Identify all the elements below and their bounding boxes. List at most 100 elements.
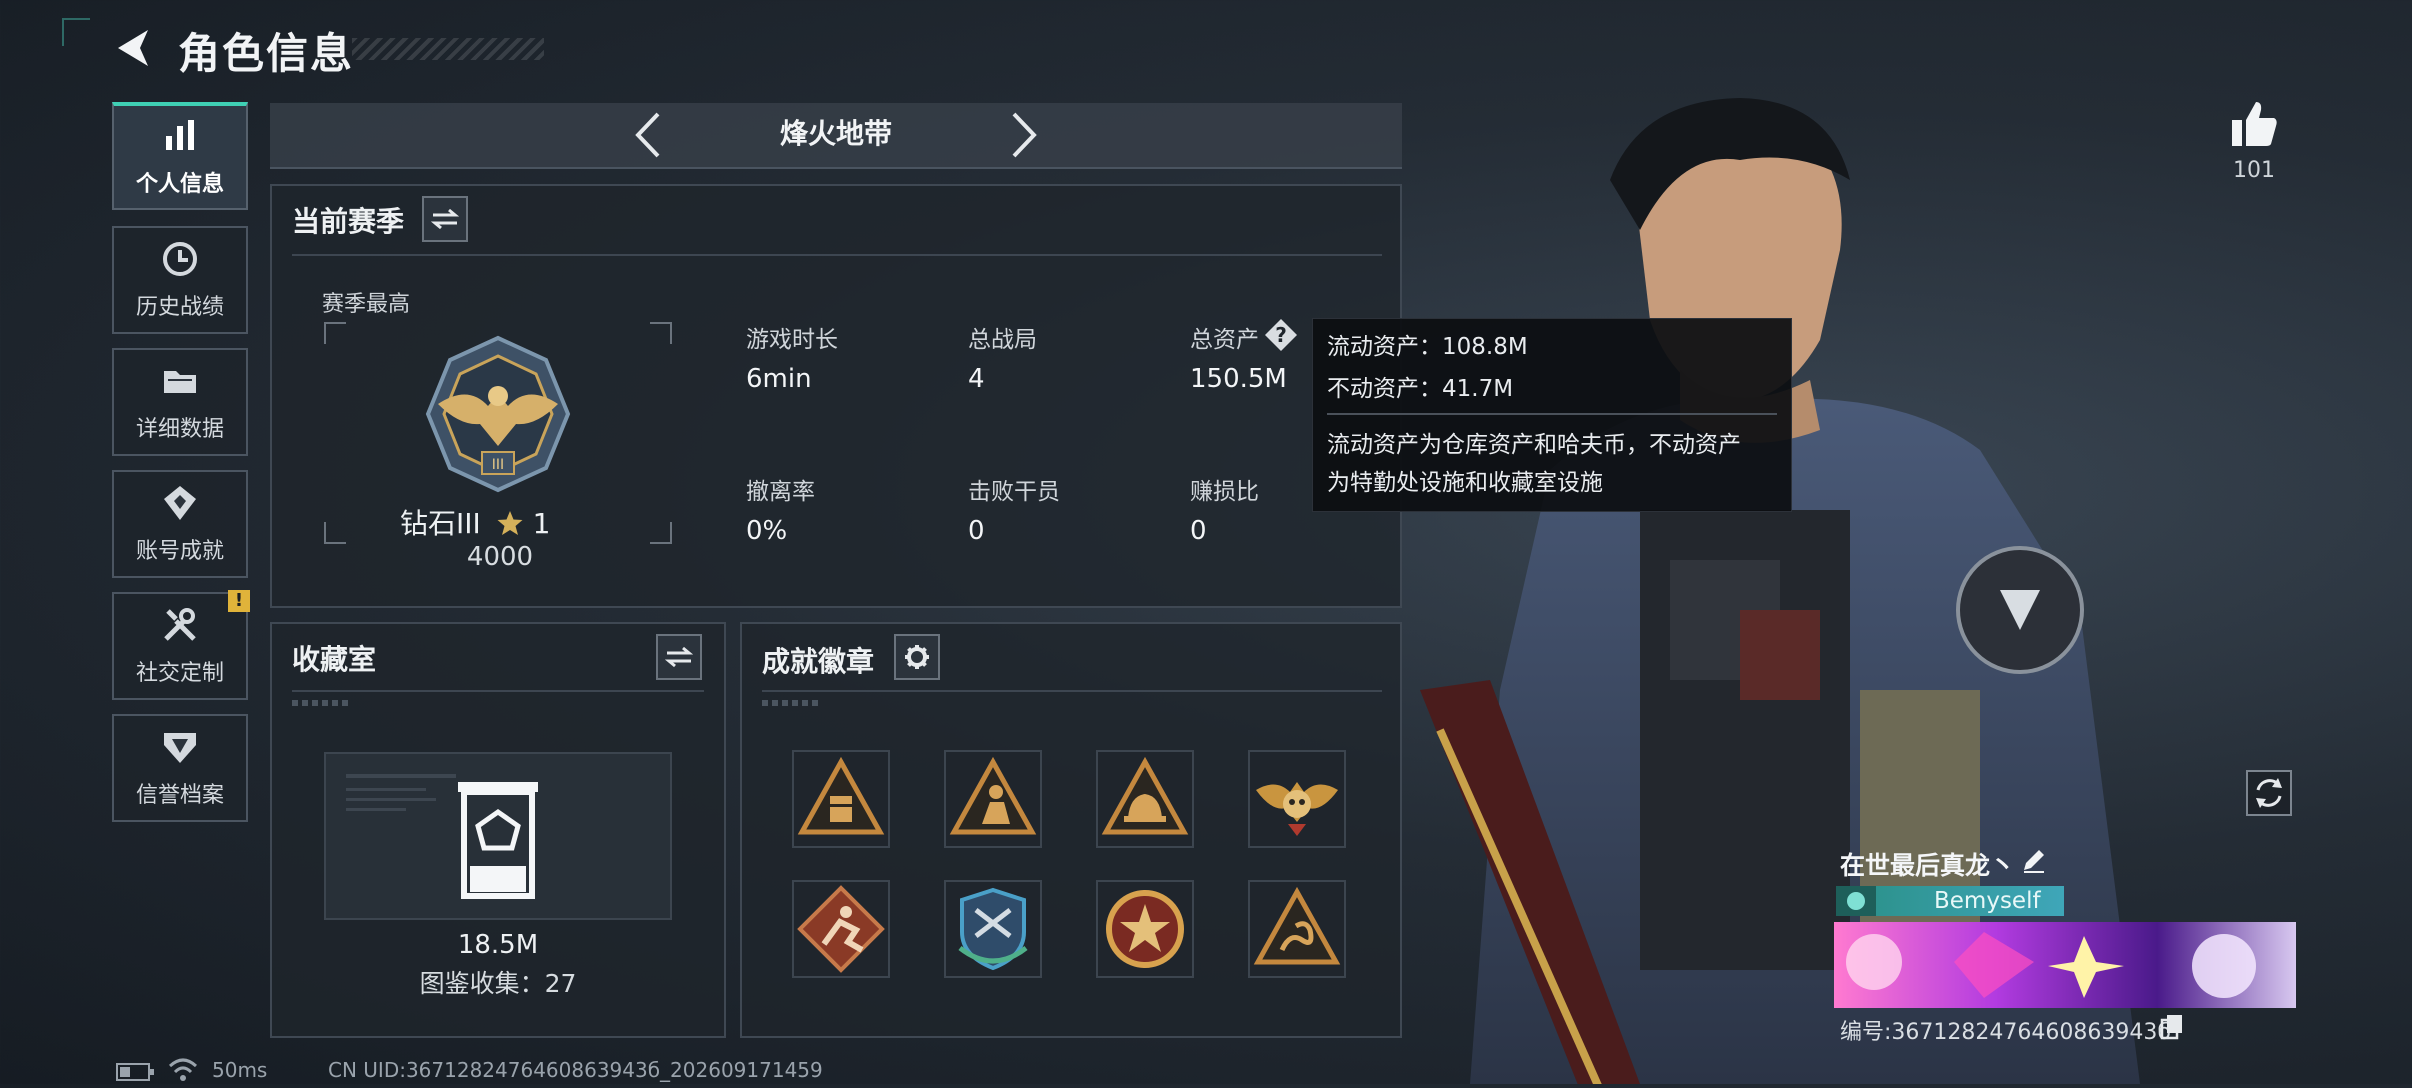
sidebar-item-details[interactable]: 详细数据	[112, 348, 248, 456]
svg-text:III: III	[492, 457, 504, 473]
player-tag: Bemyself	[1934, 888, 2041, 914]
tools-icon	[164, 608, 196, 641]
title-decoration	[352, 38, 544, 60]
rank-score: 4000	[466, 542, 534, 572]
collection-title: 收藏室	[292, 643, 377, 676]
stat-label: 总战局	[968, 327, 1037, 353]
account-uid: CN UID:3671282476460863943б_202609171459	[328, 1058, 823, 1082]
stat-label: 总资产	[1190, 327, 1259, 353]
mode-title: 烽火地带	[779, 117, 892, 150]
swap-icon	[665, 646, 693, 668]
sidebar-item-label: 详细数据	[135, 417, 224, 442]
tooltip-description-line: 为特勤处设施和收藏室设施	[1327, 470, 1603, 496]
sidebar-item-label: 信誉档案	[135, 783, 224, 808]
achievement-badge[interactable]	[1096, 880, 1194, 978]
stat-label: 击败干员	[968, 479, 1060, 505]
page-title: 角色信息	[178, 29, 355, 78]
achievements-settings-button[interactable]	[894, 634, 940, 680]
collection-count: 图鉴收集：27	[419, 969, 577, 998]
player-banner-image[interactable]	[1834, 922, 2296, 1008]
tooltip-liquid-assets: 流动资产：108.8M	[1327, 334, 1528, 360]
player-name: 在世最后真龙丶	[1840, 851, 2016, 880]
collection-switch-button[interactable]	[656, 634, 702, 680]
rank-stars: 1	[532, 507, 551, 540]
rank-name: 钻石III 1	[400, 502, 550, 542]
assets-tooltip: 流动资产：108.8M 不动资产：41.7M 流动资产为仓库资产和哈夫币，不动资…	[1312, 318, 1792, 512]
eagle-skull-badge-icon	[1256, 782, 1338, 836]
sidebar-item-achievements[interactable]: 账号成就	[112, 470, 248, 578]
achievement-badge[interactable]	[792, 880, 890, 978]
panel-divider	[762, 690, 1382, 692]
triangle-snake-badge-icon	[1253, 886, 1341, 965]
copy-icon[interactable]	[2160, 1014, 2184, 1040]
panel-dash	[762, 700, 822, 706]
triangle-crate-badge-icon	[797, 756, 885, 835]
tooltip-description-line: 流动资产为仓库资产和哈夫币，不动资产	[1327, 432, 1741, 458]
back-arrow-icon[interactable]	[112, 26, 156, 70]
stat-value: 0	[968, 516, 985, 546]
achievements-title: 成就徽章	[762, 645, 875, 678]
diamond-runner-badge-icon	[797, 885, 885, 973]
star-medal-badge-icon	[1106, 890, 1184, 968]
season-switch-button[interactable]	[422, 196, 468, 242]
panel-divider	[292, 690, 704, 692]
sidebar-item-label: 账号成就	[135, 539, 224, 564]
svg-text:?: ?	[1275, 323, 1287, 347]
achievement-badge[interactable]	[792, 750, 890, 848]
bar-chart-icon	[166, 120, 194, 150]
rank-tier: 钻石III	[400, 507, 481, 540]
reputation-icon	[164, 733, 196, 763]
achievement-badge[interactable]	[944, 750, 1042, 848]
rank-emblem-icon: III	[418, 334, 578, 494]
clock-icon	[163, 242, 197, 276]
achievement-badge[interactable]	[1096, 750, 1194, 848]
stat-value: 150.5M	[1190, 364, 1287, 394]
edit-pencil-icon[interactable]	[2020, 846, 2048, 874]
sidebar-item-label: 历史战绩	[135, 295, 224, 320]
tooltip-fixed-assets: 不动资产：41.7M	[1327, 376, 1514, 402]
collection-value: 18.5M	[457, 930, 539, 960]
folder-icon	[164, 371, 196, 393]
shield-wings-badge-icon	[958, 887, 1028, 971]
panel-dash	[292, 700, 352, 706]
achievement-icon	[164, 486, 196, 520]
star-icon	[497, 511, 523, 535]
stat-value: 0%	[746, 516, 788, 546]
sidebar-item-history[interactable]: 历史战绩	[112, 226, 248, 334]
panel-divider	[292, 254, 1382, 256]
refresh-icon	[2256, 778, 2282, 808]
season-title: 当前赛季	[292, 205, 405, 238]
stat-label: 游戏时长	[746, 327, 838, 353]
stat-label: 撤离率	[746, 479, 815, 505]
thumbs-up-icon[interactable]	[2228, 98, 2280, 150]
corner-decoration	[62, 18, 90, 46]
notification-badge: !	[228, 590, 250, 612]
player-id: 编号:3671282476460863943б	[1840, 1020, 2171, 1045]
sidebar-item-profile[interactable]: 个人信息	[112, 102, 248, 210]
like-count: 101	[2233, 158, 2275, 183]
stat-value: 0	[1190, 516, 1207, 546]
help-icon[interactable]: ?	[1264, 318, 1298, 352]
next-mode-arrow-icon[interactable]	[1004, 110, 1044, 160]
refresh-button[interactable]	[2246, 770, 2292, 816]
tag-emblem-icon	[1836, 886, 1876, 916]
wifi-icon	[168, 1056, 198, 1084]
stat-label: 赚损比	[1190, 479, 1259, 505]
triangle-soldier-badge-icon	[949, 756, 1037, 835]
gear-icon	[905, 645, 929, 669]
achievement-badge[interactable]	[944, 880, 1042, 978]
sidebar-item-reputation[interactable]: 信誉档案	[112, 714, 248, 822]
previous-mode-arrow-icon[interactable]	[628, 110, 668, 160]
network-ping: 50ms	[212, 1058, 268, 1082]
sidebar-item-label: 社交定制	[135, 661, 224, 686]
achievement-badge[interactable]	[1248, 880, 1346, 978]
battery-icon	[116, 1062, 156, 1082]
stat-value: 4	[968, 364, 985, 394]
season-best-label: 赛季最高	[322, 292, 411, 317]
sidebar-item-label: 个人信息	[135, 172, 224, 197]
vault-door-icon	[326, 754, 670, 918]
stat-value: 6min	[746, 364, 812, 394]
tooltip-divider	[1327, 413, 1777, 415]
collection-room-preview[interactable]	[324, 752, 672, 920]
achievement-badge[interactable]	[1248, 750, 1346, 848]
